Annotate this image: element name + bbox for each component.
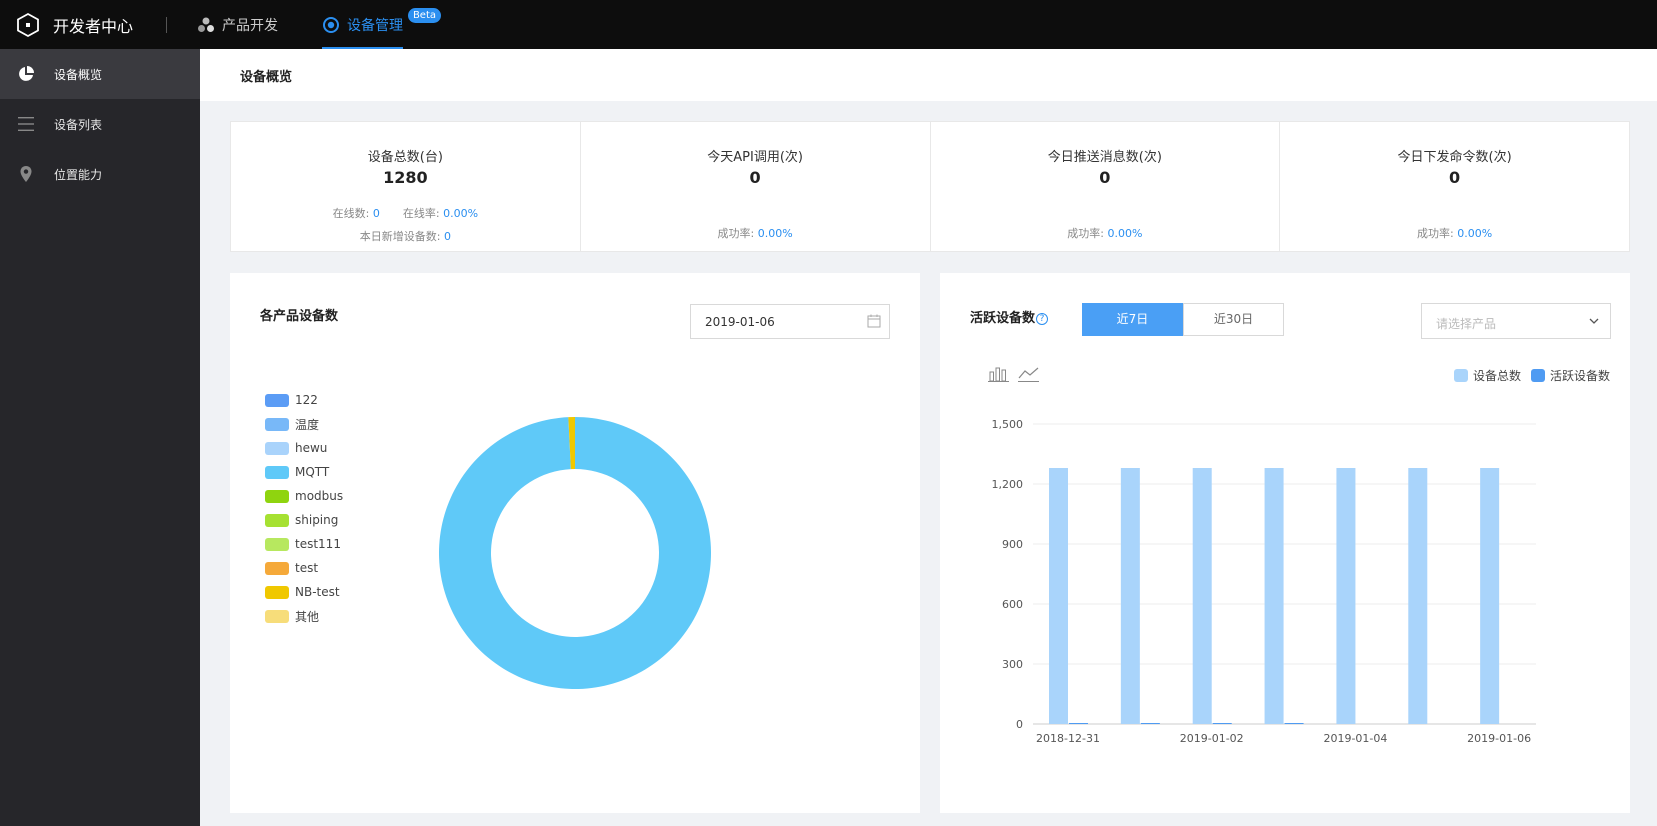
success-label: 成功率: (1417, 227, 1454, 240)
stat-label: 今日下发命令数(次) (1397, 150, 1512, 165)
y-tick-label: 300 (1002, 658, 1023, 671)
y-tick-label: 1,200 (992, 478, 1024, 491)
stat-value: 0 (1449, 168, 1461, 187)
success-label: 成功率: (717, 227, 755, 240)
new-devices-label: 本日新增设备数: (359, 230, 441, 243)
stat-card-push-messages: 今日推送消息数(次) 0 成功率: 0.00% (931, 122, 1281, 251)
sidebar-item-device-overview[interactable]: 设备概览 (0, 49, 200, 99)
stat-card-commands: 今日下发命令数(次) 0 成功率: 0.00% (1280, 122, 1629, 251)
y-tick-label: 900 (1002, 538, 1023, 551)
bar[interactable] (1120, 468, 1140, 724)
success-value: 0.00% (1457, 227, 1493, 240)
success-rate: 成功率: 0.00% (931, 225, 1280, 241)
top-nav: 产品开发 设备管理 Beta (197, 0, 447, 49)
target-icon (323, 16, 339, 33)
bar[interactable] (1284, 723, 1304, 724)
donut-chart (438, 417, 711, 690)
stat-card-total-devices: 设备总数(台) 1280 在线数: 0 在线率: 0.00% 本日新增设备数: … (231, 122, 581, 251)
online-label: 在线数: (332, 207, 370, 220)
stat-value: 1280 (383, 168, 428, 187)
sidebar-item-label: 设备列表 (54, 117, 103, 132)
bar[interactable] (1192, 468, 1212, 724)
sidebar-item-device-list[interactable]: 设备列表 (0, 99, 200, 149)
stat-label: 今天API调用(次) (707, 150, 803, 165)
cluster-icon (198, 17, 214, 32)
stat-label: 今日推送消息数(次) (1047, 150, 1162, 165)
top-nav-label: 产品开发 (222, 17, 278, 34)
stat-value: 0 (749, 168, 761, 187)
stats-row: 设备总数(台) 1280 在线数: 0 在线率: 0.00% 本日新增设备数: … (230, 121, 1630, 252)
bar[interactable] (1212, 723, 1232, 724)
online-stats: 在线数: 0 在线率: 0.00% (231, 205, 580, 221)
success-rate: 成功率: 0.00% (1280, 225, 1629, 241)
x-tick-label: 2019-01-06 (1467, 732, 1531, 745)
product-devices-panel: 各产品设备数 2019-01-06 122 温度 hewu MQTT modbus shi… (230, 273, 920, 813)
top-navbar: 开发者中心 产品开发 设备管理 Beta (0, 0, 1657, 49)
online-rate-value: 0.00% (443, 207, 479, 220)
active-devices-panel: 活跃设备数? 近7日 近30日 请选择产品 设备总数 活跃设备数 0 300 600 9… (940, 273, 1630, 813)
stat-card-api-calls: 今天API调用(次) 0 成功率: 0.00% (581, 122, 931, 251)
brand[interactable]: 开发者中心 (0, 0, 180, 49)
new-devices-value: 0 (443, 230, 451, 243)
pie-chart-icon (19, 66, 34, 81)
location-pin-icon (20, 166, 32, 182)
bar[interactable] (1408, 468, 1428, 724)
bar[interactable] (1069, 723, 1088, 724)
beta-badge: Beta (407, 8, 441, 23)
y-tick-label: 600 (1002, 598, 1023, 611)
sidebar-item-label: 位置能力 (54, 167, 103, 182)
x-tick-label: 2019-01-02 (1180, 732, 1244, 745)
bar[interactable] (1336, 468, 1356, 724)
online-rate-label: 在线率: (402, 207, 440, 220)
list-icon (18, 117, 34, 131)
page-header: 设备概览 (200, 49, 1657, 101)
sidebar: 设备概览 设备列表 位置能力 (0, 49, 200, 826)
x-tick-label: 2019-01-04 (1323, 732, 1387, 745)
success-rate: 成功率: 0.00% (581, 225, 930, 241)
top-nav-label: 设备管理 (347, 17, 403, 34)
bar[interactable] (1049, 468, 1068, 724)
bar[interactable] (1264, 468, 1284, 724)
bar[interactable] (1140, 723, 1160, 724)
hexagon-logo-icon (17, 12, 39, 37)
success-value: 0.00% (1107, 227, 1143, 240)
stat-value: 0 (1099, 168, 1111, 187)
x-tick-label: 2018-12-31 (1036, 732, 1100, 745)
divider (166, 16, 167, 33)
success-label: 成功率: (1067, 227, 1104, 240)
y-tick-label: 1,500 (992, 418, 1024, 431)
success-value: 0.00% (757, 227, 793, 240)
y-tick-label: 0 (1016, 718, 1023, 731)
bar-chart: 0 300 600 900 1,200 1,500 2018-12-31 2019-01-02… (992, 418, 1536, 745)
top-nav-product-dev[interactable]: 产品开发 (197, 0, 278, 49)
brand-title: 开发者中心 (53, 16, 134, 36)
page-title: 设备概览 (240, 70, 293, 85)
bar[interactable] (1480, 468, 1500, 724)
stat-label: 设备总数(台) (367, 150, 443, 165)
new-devices-stats: 本日新增设备数: 0 (231, 228, 580, 244)
online-value: 0 (372, 207, 380, 220)
top-nav-device-mgmt[interactable]: 设备管理 Beta (322, 0, 441, 49)
sidebar-item-label: 设备概览 (54, 67, 103, 82)
sidebar-item-location[interactable]: 位置能力 (0, 149, 200, 199)
